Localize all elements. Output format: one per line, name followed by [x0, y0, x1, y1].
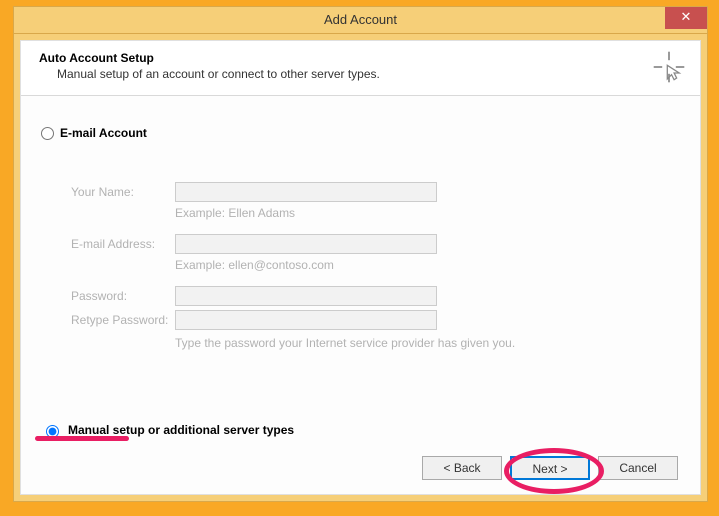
your-name-label: Your Name:: [71, 185, 175, 199]
button-bar: < Back Next > Cancel: [422, 456, 678, 480]
password-field: [175, 286, 437, 306]
manual-setup-label: Manual setup or additional server types: [68, 423, 294, 437]
password-hint: Type the password your Internet service …: [175, 336, 680, 350]
close-button[interactable]: ✕: [665, 7, 707, 29]
email-label: E-mail Address:: [71, 237, 175, 251]
retype-password-field: [175, 310, 437, 330]
email-example: Example: ellen@contoso.com: [175, 258, 680, 272]
email-account-option[interactable]: E-mail Account: [41, 126, 680, 140]
your-name-field: [175, 182, 437, 202]
window-title: Add Account: [14, 7, 707, 33]
cursor-icon: [652, 49, 686, 85]
email-field: [175, 234, 437, 254]
email-account-radio[interactable]: [41, 127, 54, 140]
content-area: E-mail Account Your Name: Example: Ellen…: [21, 96, 700, 350]
header-subtitle: Manual setup of an account or connect to…: [57, 67, 682, 81]
password-label: Password:: [71, 289, 175, 303]
dialog-panel: Auto Account Setup Manual setup of an ac…: [20, 40, 701, 495]
title-bar[interactable]: Add Account ✕: [13, 6, 708, 34]
next-button[interactable]: Next >: [510, 456, 590, 480]
retype-password-label: Retype Password:: [71, 313, 175, 327]
header-title: Auto Account Setup: [39, 51, 682, 65]
form-block: Your Name: Example: Ellen Adams E-mail A…: [71, 182, 680, 350]
annotation-underline: [35, 436, 129, 441]
back-button[interactable]: < Back: [422, 456, 502, 480]
dialog-outer: Auto Account Setup Manual setup of an ac…: [13, 34, 708, 502]
cancel-button[interactable]: Cancel: [598, 456, 678, 480]
your-name-example: Example: Ellen Adams: [175, 206, 680, 220]
email-account-label: E-mail Account: [60, 126, 147, 140]
header-section: Auto Account Setup Manual setup of an ac…: [21, 41, 700, 96]
